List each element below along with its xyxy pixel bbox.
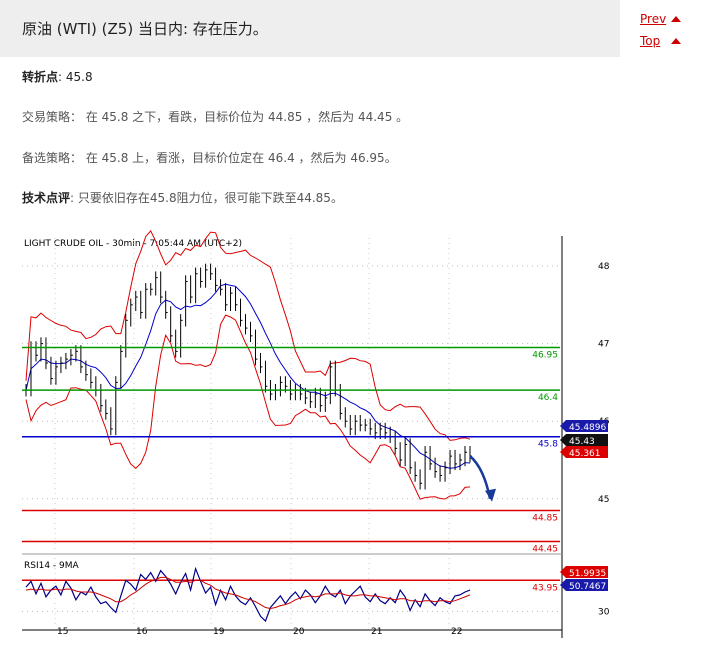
x-tick-label: 19 bbox=[213, 627, 225, 637]
price-chart: LIGHT CRUDE OIL - 30min - 7:05:44 AM (UT… bbox=[22, 230, 610, 638]
price-tag-label: 45.43 bbox=[569, 437, 595, 447]
rsi-tag-pointer bbox=[560, 579, 566, 591]
rsi-title: RSI14 - 9MA bbox=[24, 561, 80, 571]
level-label: 44.45 bbox=[532, 544, 558, 554]
price-tag-pointer bbox=[560, 434, 566, 446]
rsi-tag-pointer bbox=[560, 566, 566, 578]
strategy-label: 交易策略： bbox=[22, 110, 83, 124]
price-tag-label: 45.4896 bbox=[569, 423, 606, 433]
x-tick-label: 22 bbox=[451, 627, 462, 637]
price-tag-label: 45.361 bbox=[569, 449, 601, 459]
rsi-tag-label: 50.7467 bbox=[569, 582, 606, 592]
prev-link[interactable]: Prev bbox=[640, 12, 666, 26]
projection-arrowhead bbox=[485, 488, 496, 502]
rsi-tick-label: 30 bbox=[598, 607, 610, 617]
pivot-paragraph: 转折点: 45.8 bbox=[22, 68, 93, 85]
alt-strategy-label: 备选策略： bbox=[22, 151, 83, 165]
rsi-ma-line bbox=[25, 576, 471, 610]
comment-label: 技术点评 bbox=[22, 191, 71, 205]
x-tick-label: 21 bbox=[371, 627, 382, 637]
rsi-tag-label: 51.9935 bbox=[569, 569, 606, 579]
price-tag-pointer bbox=[560, 446, 566, 458]
bollinger-lower bbox=[25, 314, 471, 500]
price-tag-pointer bbox=[560, 420, 566, 432]
chart-title: LIGHT CRUDE OIL - 30min - 7:05:44 AM (UT… bbox=[24, 239, 242, 249]
y-tick-label: 48 bbox=[598, 262, 610, 272]
y-tick-label: 47 bbox=[598, 340, 609, 350]
top-link[interactable]: Top bbox=[640, 34, 660, 48]
level-label: 44.85 bbox=[532, 513, 558, 523]
y-tick-label: 45 bbox=[598, 495, 609, 505]
strategy-text: 在 45.8 之下，看跌，目标价位为 44.85 ，然后为 44.45 。 bbox=[82, 110, 409, 124]
x-tick-label: 15 bbox=[57, 627, 68, 637]
comment-text: : 只要依旧存在45.8阻力位，很可能下跌至44.85。 bbox=[70, 191, 343, 205]
comment-paragraph: 技术点评: 只要依旧存在45.8阻力位，很可能下跌至44.85。 bbox=[22, 189, 343, 206]
pivot-value: : 45.8 bbox=[58, 70, 93, 84]
level-label: 46.95 bbox=[532, 350, 558, 360]
level-label: 45.8 bbox=[538, 440, 558, 450]
page-title: 原油 (WTI) (Z5) 当日内: 存在压力。 bbox=[22, 20, 268, 38]
x-tick-label: 16 bbox=[136, 627, 148, 637]
arrow-up-icon bbox=[671, 38, 681, 44]
alt-strategy-text: 在 45.8 上，看涨，目标价位定在 46.4 ，然后为 46.95。 bbox=[82, 151, 397, 165]
strategy-paragraph: 交易策略： 在 45.8 之下，看跌，目标价位为 44.85 ，然后为 44.4… bbox=[22, 108, 408, 125]
bollinger-upper bbox=[25, 230, 471, 441]
level-label: 43.95 bbox=[532, 583, 558, 593]
alt-strategy-paragraph: 备选策略： 在 45.8 上，看涨，目标价位定在 46.4 ，然后为 46.95… bbox=[22, 149, 397, 166]
rsi-line bbox=[25, 566, 471, 623]
pivot-label: 转折点 bbox=[22, 70, 59, 84]
x-tick-label: 20 bbox=[293, 627, 305, 637]
level-label: 46.4 bbox=[538, 393, 558, 403]
arrow-up-icon bbox=[671, 16, 681, 22]
moving-average bbox=[25, 283, 471, 469]
